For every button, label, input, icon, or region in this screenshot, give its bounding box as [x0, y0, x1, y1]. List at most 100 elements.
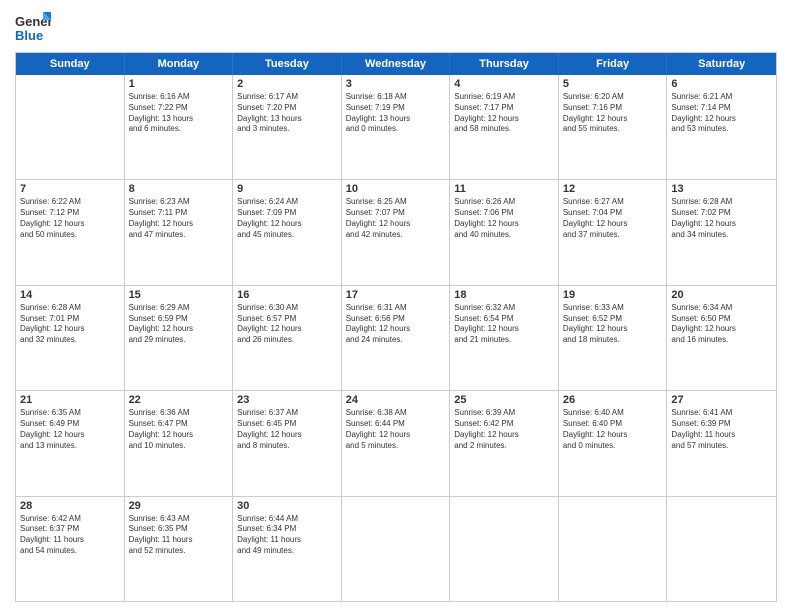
day-number: 5	[563, 78, 663, 90]
day-number: 9	[237, 183, 337, 195]
day-info: Sunrise: 6:30 AM Sunset: 6:57 PM Dayligh…	[237, 303, 337, 346]
day-cell-3: 3 Sunrise: 6:18 AM Sunset: 7:19 PM Daylig…	[342, 75, 451, 179]
day-info: Sunrise: 6:16 AM Sunset: 7:22 PM Dayligh…	[129, 92, 229, 135]
day-cell-5: 5 Sunrise: 6:20 AM Sunset: 7:16 PM Daylig…	[559, 75, 668, 179]
day-cell-23: 23Sunrise: 6:37 AM Sunset: 6:45 PM Dayli…	[233, 391, 342, 495]
day-cell-13: 13 Sunrise: 6:28 AM Sunset: 7:02 PM Dayli…	[667, 180, 776, 284]
day-cell-4: 4Sunrise: 6:19 AM Sunset: 7:17 PM Daylig…	[450, 75, 559, 179]
day-info: Sunrise: 6:29 AM Sunset: 6:59 PM Dayligh…	[129, 303, 229, 346]
day-number: 27	[671, 394, 772, 406]
calendar-row-3: 14 Sunrise: 6:28 AM Sunset: 7:01 PM Dayli…	[16, 286, 776, 391]
day-info: Sunrise: 6:40 AM Sunset: 6:40 PM Dayligh…	[563, 408, 663, 451]
day-cell-6: 6 Sunrise: 6:21 AM Sunset: 7:14 PM Daylig…	[667, 75, 776, 179]
calendar-row-4: 21 Sunrise: 6:35 AM Sunset: 6:49 PM Dayli…	[16, 391, 776, 496]
day-header-friday: Friday	[559, 53, 668, 75]
day-number: 8	[129, 183, 229, 195]
day-cell-9: 9 Sunrise: 6:24 AM Sunset: 7:09 PM Daylig…	[233, 180, 342, 284]
day-info: Sunrise: 6:18 AM Sunset: 7:19 PM Dayligh…	[346, 92, 446, 135]
empty-cell	[559, 497, 668, 601]
day-number: 3	[346, 78, 446, 90]
day-number: 1	[129, 78, 229, 90]
day-cell-26: 26 Sunrise: 6:40 AM Sunset: 6:40 PM Dayli…	[559, 391, 668, 495]
day-number: 4	[454, 78, 554, 90]
empty-cell	[450, 497, 559, 601]
empty-cell	[342, 497, 451, 601]
day-cell-29: 29 Sunrise: 6:43 AM Sunset: 6:35 PM Dayli…	[125, 497, 234, 601]
day-cell-10: 10Sunrise: 6:25 AM Sunset: 7:07 PM Dayli…	[342, 180, 451, 284]
day-cell-8: 8 Sunrise: 6:23 AM Sunset: 7:11 PM Daylig…	[125, 180, 234, 284]
day-info: Sunrise: 6:23 AM Sunset: 7:11 PM Dayligh…	[129, 197, 229, 240]
day-cell-2: 2 Sunrise: 6:17 AM Sunset: 7:20 PM Daylig…	[233, 75, 342, 179]
day-info: Sunrise: 6:43 AM Sunset: 6:35 PM Dayligh…	[129, 514, 229, 557]
day-number: 7	[20, 183, 120, 195]
day-info: Sunrise: 6:21 AM Sunset: 7:14 PM Dayligh…	[671, 92, 772, 135]
day-number: 18	[454, 289, 554, 301]
day-header-wednesday: Wednesday	[342, 53, 451, 75]
day-number: 17	[346, 289, 446, 301]
day-info: Sunrise: 6:24 AM Sunset: 7:09 PM Dayligh…	[237, 197, 337, 240]
day-cell-17: 17Sunrise: 6:31 AM Sunset: 6:56 PM Dayli…	[342, 286, 451, 390]
day-cell-21: 21 Sunrise: 6:35 AM Sunset: 6:49 PM Dayli…	[16, 391, 125, 495]
day-cell-11: 11 Sunrise: 6:26 AM Sunset: 7:06 PM Dayli…	[450, 180, 559, 284]
empty-cell	[667, 497, 776, 601]
day-info: Sunrise: 6:41 AM Sunset: 6:39 PM Dayligh…	[671, 408, 772, 451]
day-cell-28: 28Sunrise: 6:42 AM Sunset: 6:37 PM Dayli…	[16, 497, 125, 601]
day-number: 10	[346, 183, 446, 195]
day-cell-1: 1 Sunrise: 6:16 AM Sunset: 7:22 PM Daylig…	[125, 75, 234, 179]
day-info: Sunrise: 6:17 AM Sunset: 7:20 PM Dayligh…	[237, 92, 337, 135]
day-number: 6	[671, 78, 772, 90]
day-cell-15: 15 Sunrise: 6:29 AM Sunset: 6:59 PM Dayli…	[125, 286, 234, 390]
empty-cell	[16, 75, 125, 179]
day-info: Sunrise: 6:35 AM Sunset: 6:49 PM Dayligh…	[20, 408, 120, 451]
day-number: 11	[454, 183, 554, 195]
day-number: 24	[346, 394, 446, 406]
day-cell-19: 19Sunrise: 6:33 AM Sunset: 6:52 PM Dayli…	[559, 286, 668, 390]
calendar-header: SundayMondayTuesdayWednesdayThursdayFrid…	[16, 53, 776, 75]
day-info: Sunrise: 6:36 AM Sunset: 6:47 PM Dayligh…	[129, 408, 229, 451]
day-info: Sunrise: 6:26 AM Sunset: 7:06 PM Dayligh…	[454, 197, 554, 240]
day-info: Sunrise: 6:20 AM Sunset: 7:16 PM Dayligh…	[563, 92, 663, 135]
day-cell-14: 14 Sunrise: 6:28 AM Sunset: 7:01 PM Dayli…	[16, 286, 125, 390]
day-number: 12	[563, 183, 663, 195]
day-number: 26	[563, 394, 663, 406]
day-info: Sunrise: 6:28 AM Sunset: 7:02 PM Dayligh…	[671, 197, 772, 240]
day-number: 14	[20, 289, 120, 301]
day-cell-30: 30 Sunrise: 6:44 AM Sunset: 6:34 PM Dayli…	[233, 497, 342, 601]
day-info: Sunrise: 6:44 AM Sunset: 6:34 PM Dayligh…	[237, 514, 337, 557]
calendar-row-5: 28Sunrise: 6:42 AM Sunset: 6:37 PM Dayli…	[16, 497, 776, 601]
logo-svg: General Blue	[15, 10, 51, 46]
calendar-row-2: 7 Sunrise: 6:22 AM Sunset: 7:12 PM Daylig…	[16, 180, 776, 285]
logo: General Blue	[15, 10, 51, 46]
day-number: 29	[129, 500, 229, 512]
day-cell-16: 16 Sunrise: 6:30 AM Sunset: 6:57 PM Dayli…	[233, 286, 342, 390]
day-header-tuesday: Tuesday	[233, 53, 342, 75]
day-info: Sunrise: 6:42 AM Sunset: 6:37 PM Dayligh…	[20, 514, 120, 557]
day-number: 20	[671, 289, 772, 301]
day-info: Sunrise: 6:27 AM Sunset: 7:04 PM Dayligh…	[563, 197, 663, 240]
day-cell-24: 24 Sunrise: 6:38 AM Sunset: 6:44 PM Dayli…	[342, 391, 451, 495]
day-cell-27: 27 Sunrise: 6:41 AM Sunset: 6:39 PM Dayli…	[667, 391, 776, 495]
day-cell-7: 7 Sunrise: 6:22 AM Sunset: 7:12 PM Daylig…	[16, 180, 125, 284]
day-info: Sunrise: 6:28 AM Sunset: 7:01 PM Dayligh…	[20, 303, 120, 346]
calendar: SundayMondayTuesdayWednesdayThursdayFrid…	[15, 52, 777, 602]
calendar-body: 1 Sunrise: 6:16 AM Sunset: 7:22 PM Daylig…	[16, 75, 776, 601]
day-number: 16	[237, 289, 337, 301]
day-number: 2	[237, 78, 337, 90]
day-info: Sunrise: 6:34 AM Sunset: 6:50 PM Dayligh…	[671, 303, 772, 346]
day-cell-25: 25 Sunrise: 6:39 AM Sunset: 6:42 PM Dayli…	[450, 391, 559, 495]
day-info: Sunrise: 6:39 AM Sunset: 6:42 PM Dayligh…	[454, 408, 554, 451]
day-cell-18: 18 Sunrise: 6:32 AM Sunset: 6:54 PM Dayli…	[450, 286, 559, 390]
day-cell-22: 22 Sunrise: 6:36 AM Sunset: 6:47 PM Dayli…	[125, 391, 234, 495]
day-info: Sunrise: 6:37 AM Sunset: 6:45 PM Dayligh…	[237, 408, 337, 451]
header: General Blue	[15, 10, 777, 46]
day-number: 25	[454, 394, 554, 406]
day-number: 15	[129, 289, 229, 301]
day-number: 22	[129, 394, 229, 406]
day-info: Sunrise: 6:38 AM Sunset: 6:44 PM Dayligh…	[346, 408, 446, 451]
day-number: 21	[20, 394, 120, 406]
day-number: 13	[671, 183, 772, 195]
day-info: Sunrise: 6:32 AM Sunset: 6:54 PM Dayligh…	[454, 303, 554, 346]
day-number: 30	[237, 500, 337, 512]
day-header-monday: Monday	[125, 53, 234, 75]
day-info: Sunrise: 6:22 AM Sunset: 7:12 PM Dayligh…	[20, 197, 120, 240]
